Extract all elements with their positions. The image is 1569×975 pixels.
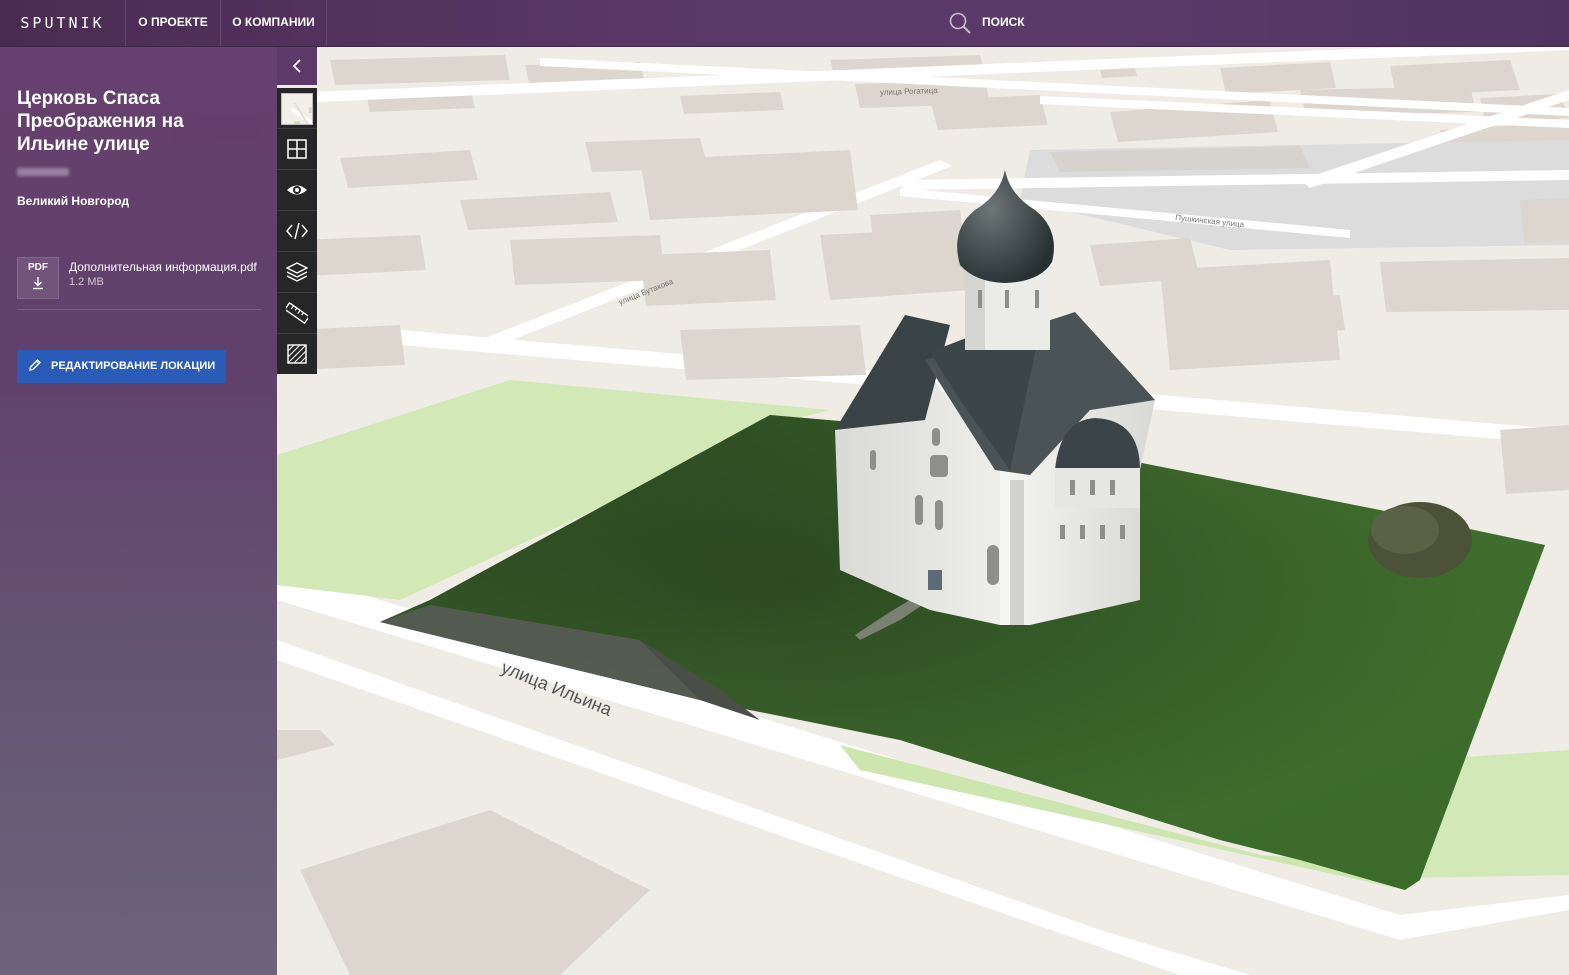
blurred-subtitle: [17, 168, 69, 176]
map-tools: [277, 88, 317, 374]
download-icon: [33, 277, 43, 290]
area-tool[interactable]: [277, 334, 317, 374]
layers-tool[interactable]: [277, 252, 317, 293]
nav-about-project[interactable]: О ПРОЕКТЕ: [126, 0, 221, 46]
pdf-download-icon[interactable]: PDF: [17, 257, 59, 299]
file-type-label: PDF: [28, 262, 48, 273]
location-city: Великий Новгород: [17, 194, 130, 208]
ruler-icon: [286, 302, 308, 324]
view-tool[interactable]: [277, 170, 317, 211]
code-icon: [286, 222, 308, 240]
embed-code-tool[interactable]: [277, 211, 317, 252]
grid-icon: [287, 139, 307, 159]
divider: [17, 309, 261, 310]
search-label: ПОИСК: [982, 15, 1025, 29]
edit-location-button[interactable]: РЕДАКТИРОВАНИЕ ЛОКАЦИИ: [17, 350, 226, 383]
layers-icon: [286, 262, 308, 282]
search-button[interactable]: ПОИСК: [946, 0, 1046, 46]
edit-location-label: РЕДАКТИРОВАНИЕ ЛОКАЦИИ: [51, 360, 216, 372]
measure-tool[interactable]: [277, 293, 317, 334]
eye-icon: [287, 185, 307, 195]
attachment-file-name[interactable]: Дополнительная информация.pdf: [69, 260, 257, 274]
collapse-panel-button[interactable]: [277, 47, 317, 85]
location-title: Церковь Спаса Преображения на Ильине ули…: [17, 88, 184, 155]
pdf-attachment[interactable]: PDF Дополнительная информация.pdf 1.2 MB: [17, 257, 262, 309]
chevron-left-icon: [292, 59, 301, 73]
grid-tool[interactable]: [277, 129, 317, 170]
hatch-icon: [287, 344, 307, 364]
attachment-file-size: 1.2 MB: [69, 276, 104, 288]
location-info-panel: Церковь Спаса Преображения на Ильине ули…: [0, 47, 277, 975]
nav-about-company[interactable]: О КОМПАНИИ: [221, 0, 327, 46]
top-navigation-bar: SPUTNIK О ПРОЕКТЕ О КОМПАНИИ ПОИСК: [0, 0, 1569, 47]
sputnik-logo[interactable]: SPUTNIK: [0, 0, 126, 46]
basemap-preview: [281, 93, 313, 125]
search-icon: [949, 12, 971, 34]
basemap-thumbnail[interactable]: [277, 88, 317, 129]
pencil-icon: [29, 359, 41, 371]
